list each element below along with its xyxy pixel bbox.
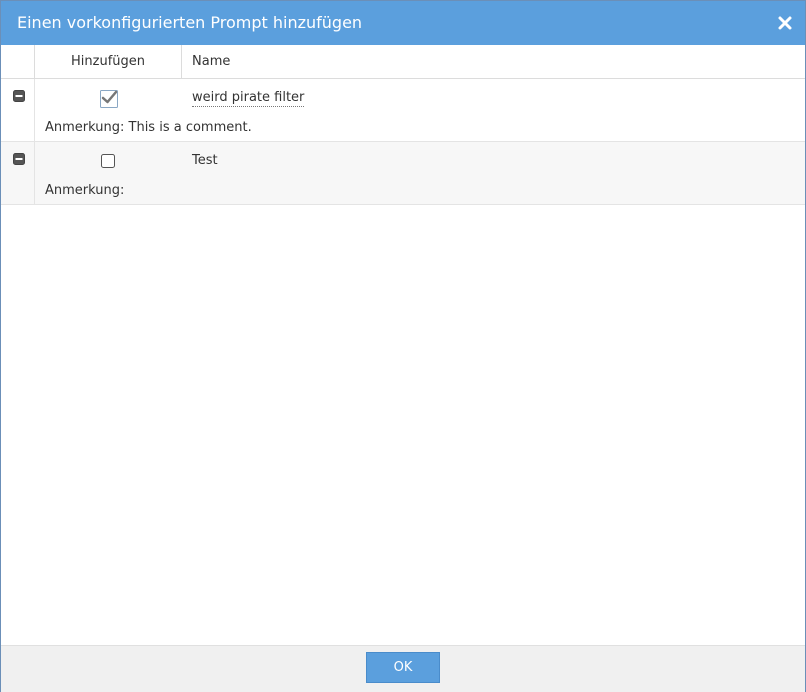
dialog-title: Einen vorkonfigurierten Prompt hinzufüge… <box>17 13 363 32</box>
collapse-icon[interactable] <box>13 153 25 165</box>
prompt-note: Anmerkung: <box>45 183 125 198</box>
dialog-titlebar: Einen vorkonfigurierten Prompt hinzufüge… <box>1 1 805 45</box>
expand-column-header <box>1 45 35 78</box>
column-header-name[interactable]: Name <box>192 45 230 79</box>
collapse-icon[interactable] <box>13 90 25 102</box>
prompt-dialog: Einen vorkonfigurierten Prompt hinzufüge… <box>0 0 806 692</box>
expand-cell <box>1 142 35 204</box>
table-row: Test Anmerkung: <box>1 142 805 205</box>
prompt-note: Anmerkung: This is a comment. <box>45 120 252 135</box>
prompt-grid: Hinzufügen Name weird pirate filter Anme… <box>1 45 805 205</box>
close-icon[interactable] <box>775 13 795 33</box>
grid-header: Hinzufügen Name <box>1 45 805 79</box>
add-checkbox-unchecked[interactable] <box>99 152 119 172</box>
ok-button[interactable]: OK <box>366 652 440 683</box>
prompt-name: Test <box>192 153 218 168</box>
add-checkbox-checked[interactable] <box>99 89 119 109</box>
column-header-add[interactable]: Hinzufügen <box>35 45 182 78</box>
table-row: weird pirate filter Anmerkung: This is a… <box>1 79 805 142</box>
dialog-footer: OK <box>1 645 805 692</box>
expand-cell <box>1 79 35 141</box>
prompt-name-link[interactable]: weird pirate filter <box>192 89 305 107</box>
